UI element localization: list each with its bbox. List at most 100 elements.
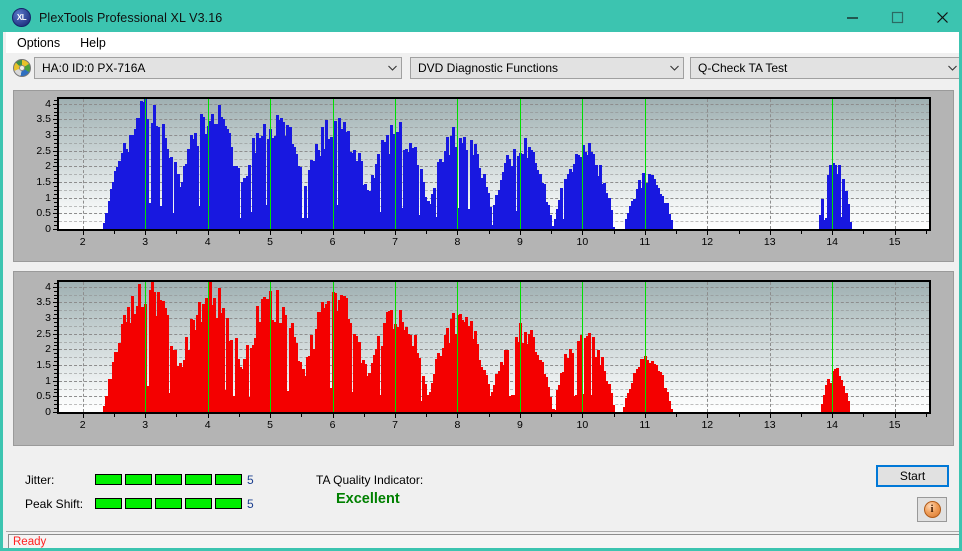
y-tick-label: 3.5	[36, 296, 51, 309]
x-axis-minor-tick	[488, 414, 490, 417]
x-tick-label: 11	[639, 236, 651, 248]
x-axis-minor-tick	[395, 414, 396, 417]
x-tick-label: 10	[576, 236, 589, 248]
grid-line-horizontal	[59, 412, 929, 413]
meter-segment	[155, 474, 182, 485]
menu-item-help[interactable]: Help	[71, 34, 115, 52]
x-axis-minor-tick	[769, 231, 771, 234]
x-axis-minor-tick	[707, 414, 709, 417]
x-tick-label: 10	[576, 419, 589, 431]
minimize-icon[interactable]	[830, 3, 875, 32]
x-axis-minor-tick	[738, 231, 740, 234]
grid-line-horizontal-minor	[59, 294, 929, 296]
x-axis-minor-tick	[925, 231, 927, 234]
y-tick-label: 1.5	[36, 176, 51, 188]
marker-line	[644, 99, 646, 229]
meter-segment	[185, 474, 212, 485]
x-axis-minor-tick	[613, 231, 615, 234]
close-icon[interactable]	[920, 3, 959, 32]
x-tick-label: 15	[888, 419, 901, 431]
marker-line	[832, 282, 834, 412]
x-axis-minor-tick	[925, 414, 927, 417]
marker-line	[395, 99, 396, 229]
x-axis-minor-tick	[457, 231, 459, 234]
disc-icon	[13, 59, 31, 77]
y-tick-label: 3	[45, 129, 51, 142]
x-tick-label: 5	[267, 419, 274, 431]
x-tick-label: 7	[392, 419, 398, 431]
marker-line	[270, 282, 272, 412]
meter-segment	[95, 498, 122, 509]
x-axis-minor-tick	[82, 414, 84, 417]
x-axis-minor-tick	[894, 414, 896, 417]
info-button[interactable]: i	[917, 497, 947, 522]
meter-segment	[155, 498, 182, 509]
chart-bar	[670, 409, 673, 412]
grid-line-vertical	[769, 99, 771, 229]
y-tick-label: 3.5	[36, 113, 51, 126]
x-axis-minor-tick	[582, 414, 584, 417]
grid-line-vertical	[894, 99, 896, 229]
ta-quality-value: Excellent	[336, 491, 400, 507]
x-tick-label: 9	[516, 419, 523, 431]
jitter-chart-plot-area	[57, 97, 931, 231]
peak-shift-label: Peak Shift:	[25, 497, 84, 511]
x-axis-minor-tick	[707, 231, 709, 234]
y-axis-labels: 0 0.5 1 1.5 2 2.5 3 3.5 4	[14, 91, 51, 235]
x-axis-minor-tick	[238, 231, 240, 234]
x-axis-minor-tick	[519, 231, 521, 234]
x-axis-minor-tick	[301, 231, 303, 234]
grid-line-horizontal	[59, 103, 929, 105]
drive-select[interactable]: HA:0 ID:0 PX-716A	[34, 57, 402, 79]
x-axis-minor-tick	[176, 414, 178, 417]
chart-bar	[847, 401, 850, 412]
x-tick-label: 14	[826, 236, 839, 248]
x-axis-minor-tick	[426, 414, 428, 417]
marker-line	[145, 99, 147, 229]
x-axis-minor-tick	[644, 231, 646, 234]
grid-line-horizontal	[59, 229, 929, 230]
x-axis-minor-tick	[145, 231, 147, 234]
start-button[interactable]: Start	[876, 465, 949, 487]
status-bar: Ready	[6, 531, 959, 548]
x-tick-label: 3	[142, 419, 149, 431]
grid-line-horizontal-minor	[59, 127, 929, 129]
test-select[interactable]: Q-Check TA Test	[690, 57, 959, 79]
x-axis-minor-tick	[270, 231, 272, 234]
drive-select-value: HA:0 ID:0 PX-716A	[42, 61, 146, 75]
x-axis-minor-tick	[832, 414, 834, 417]
marker-line	[644, 282, 646, 412]
menu-item-options[interactable]: Options	[8, 34, 69, 52]
y-tick-label: 1.5	[36, 359, 51, 371]
maximize-icon[interactable]	[875, 3, 920, 32]
toolbar: HA:0 ID:0 PX-716A DVD Diagnostic Functio…	[6, 53, 959, 83]
y-tick-label: 3	[45, 312, 51, 325]
x-axis-minor-tick	[800, 231, 802, 234]
y-tick-label: 0	[45, 223, 51, 235]
app-logo-icon: XL	[12, 8, 31, 27]
grid-line-vertical	[894, 282, 896, 412]
peak-shift-chart-plot-area	[57, 280, 931, 414]
meter-segment	[185, 498, 212, 509]
status-bar-inner: Ready	[8, 534, 959, 548]
x-axis-minor-tick	[613, 414, 615, 417]
title-bar: XL PlexTools Professional XL V3.16	[3, 3, 959, 32]
x-axis-minor-tick	[176, 231, 178, 234]
x-axis-minor-tick	[332, 231, 334, 234]
y-tick-label: 2	[45, 160, 51, 173]
grid-line-horizontal	[59, 286, 929, 288]
x-axis-minor-tick	[551, 231, 553, 234]
x-tick-label: 12	[701, 419, 714, 431]
function-select[interactable]: DVD Diagnostic Functions	[410, 57, 684, 79]
marker-line	[332, 99, 334, 229]
x-tick-label: 11	[639, 419, 651, 431]
y-tick-label: 4	[45, 280, 51, 293]
info-icon: i	[923, 501, 941, 518]
peak-shift-meter	[95, 498, 242, 509]
y-tick-label: 0	[45, 406, 51, 418]
x-axis-minor-tick	[113, 231, 115, 234]
x-axis-minor-tick	[644, 414, 646, 417]
x-axis-minor-tick	[551, 414, 553, 417]
x-axis-minor-tick	[363, 414, 365, 417]
status-text: Ready	[13, 536, 47, 548]
